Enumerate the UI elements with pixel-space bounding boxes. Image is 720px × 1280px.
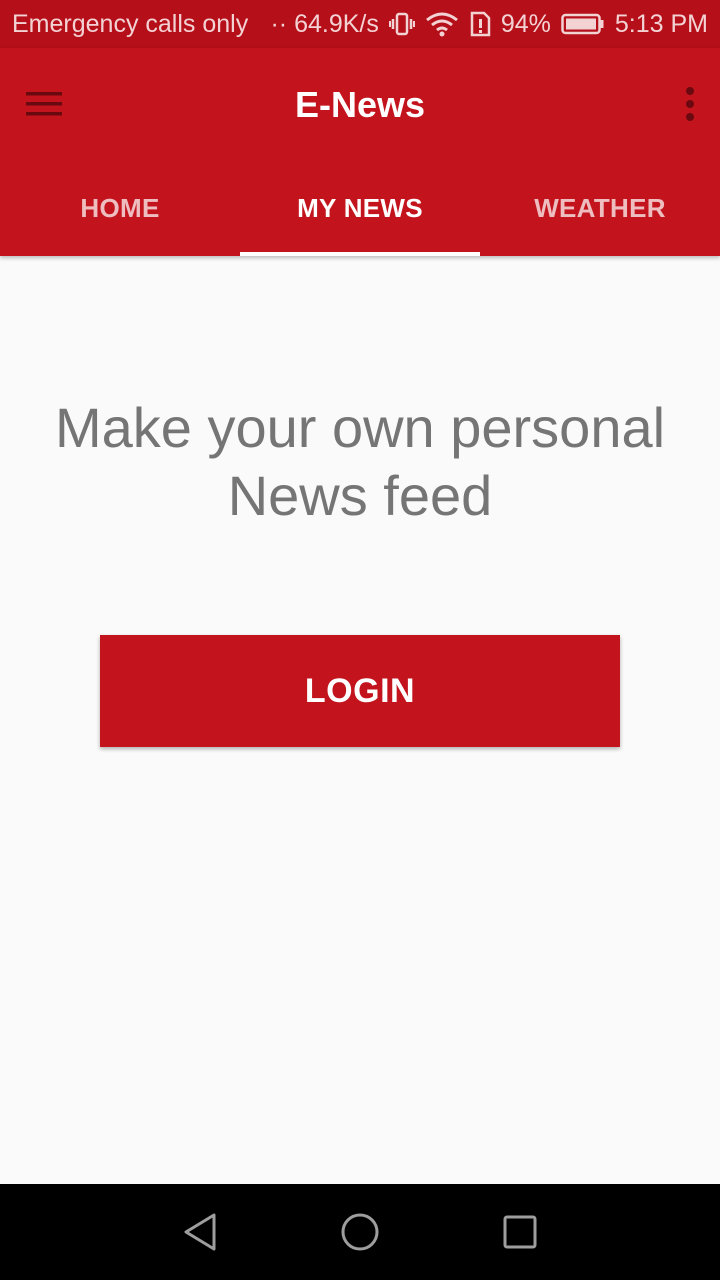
battery-icon <box>561 12 605 36</box>
my-news-content: Make your own personal News feed LOGIN <box>0 256 720 1184</box>
app-bar: E-News HOME MY NEWS WEATHER <box>0 48 720 256</box>
carrier-text: Emergency calls only <box>12 9 249 38</box>
battery-percent: 94% <box>500 9 551 38</box>
system-nav-bar <box>0 1184 720 1280</box>
clock: 5:13 PM <box>614 9 708 38</box>
more-vert-icon[interactable] <box>656 76 696 132</box>
login-button[interactable]: LOGIN <box>100 635 620 747</box>
home-icon[interactable] <box>336 1208 384 1256</box>
status-bar: Emergency calls only ·· 64.9K/s 94% 5:13… <box>0 0 720 48</box>
headline-text: Make your own personal News feed <box>54 396 666 527</box>
wifi-icon <box>425 11 459 37</box>
sim-alert-icon <box>469 11 491 37</box>
tab-weather[interactable]: WEATHER <box>480 160 720 256</box>
recents-icon[interactable] <box>496 1208 544 1256</box>
back-icon[interactable] <box>176 1208 224 1256</box>
tab-my-news[interactable]: MY NEWS <box>240 160 480 256</box>
vibrate-icon <box>388 11 415 37</box>
status-icons: ·· 64.9K/s 94% 5:13 PM <box>270 10 708 39</box>
network-speed: ·· 64.9K/s <box>270 9 379 38</box>
tab-home[interactable]: HOME <box>0 160 240 256</box>
tab-bar: HOME MY NEWS WEATHER <box>0 160 720 256</box>
toolbar: E-News <box>0 48 720 160</box>
app-title: E-News <box>294 84 426 125</box>
